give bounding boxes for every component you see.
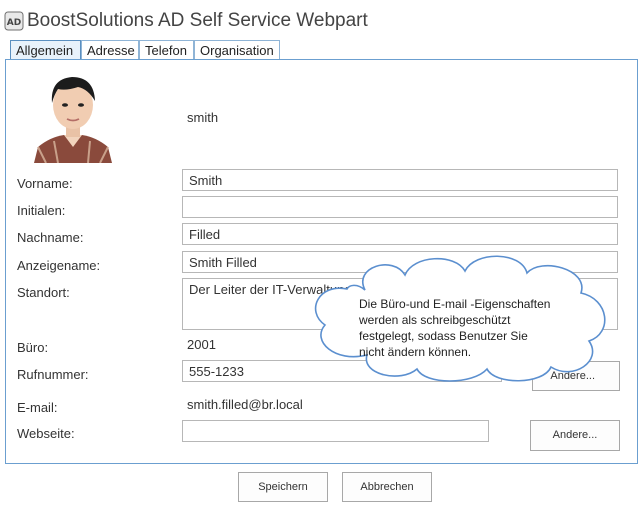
save-button[interactable]: Speichern — [238, 472, 328, 502]
tab-telefon[interactable]: Telefon — [139, 40, 194, 59]
nachname-label: Nachname: — [17, 230, 84, 245]
webseite-label: Webseite: — [17, 426, 75, 441]
initialen-input[interactable] — [182, 196, 618, 218]
standort-label: Standort: — [17, 285, 70, 300]
callout-line: Die Büro-und E-mail -Eigenschaften — [359, 297, 551, 311]
avatar — [28, 67, 118, 164]
tab-adresse[interactable]: Adresse — [81, 40, 139, 59]
webseite-andere-button[interactable]: Andere... — [530, 420, 620, 451]
email-label: E-mail: — [17, 400, 58, 415]
initialen-label: Initialen: — [17, 203, 66, 218]
callout-line: nicht ändern können. — [359, 345, 472, 359]
anzeigename-label: Anzeigename: — [17, 258, 101, 273]
webseite-input[interactable] — [182, 420, 489, 442]
vorname-input[interactable]: Smith — [182, 169, 618, 191]
buero-label: Büro: — [17, 340, 49, 355]
email-value: smith.filled@br.local — [187, 397, 303, 412]
vorname-label: Vorname: — [17, 176, 73, 191]
app-icon-text: AD — [7, 18, 21, 28]
callout-text: Die Büro-und E-mail -Eigenschaften werde… — [359, 296, 575, 360]
nachname-input[interactable]: Filled — [182, 223, 618, 245]
buero-value: 2001 — [187, 337, 216, 352]
username-text: smith — [187, 110, 219, 125]
tab-allgemein[interactable]: Allgemein — [10, 40, 81, 59]
callout-line: festgelegt, sodass Benutzer Sie — [359, 329, 528, 343]
callout-line: werden als schreibgeschützt — [359, 313, 511, 327]
cancel-button[interactable]: Abbrechen — [342, 472, 432, 502]
page-title: BoostSolutions AD Self Service Webpart — [27, 10, 368, 31]
tab-organisation[interactable]: Organisation — [194, 40, 280, 59]
ad-app-icon: AD — [4, 11, 24, 31]
rufnummer-label: Rufnummer: — [17, 367, 89, 382]
